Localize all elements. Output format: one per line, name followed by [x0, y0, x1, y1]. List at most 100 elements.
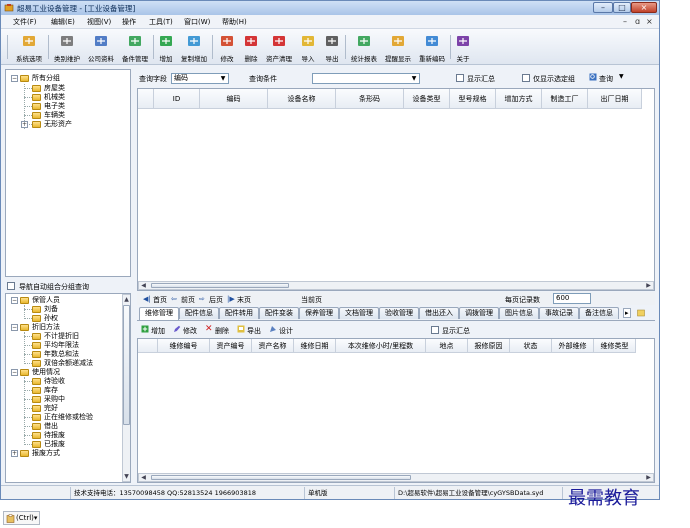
toolbar-button-edit[interactable]: 修改: [214, 31, 240, 63]
column-header[interactable]: 报修原因: [468, 339, 510, 353]
menu-edit[interactable]: 编辑(E): [51, 17, 75, 27]
toolbar-button-import[interactable]: 导入: [296, 31, 320, 63]
tab-2[interactable]: 配件转用: [219, 307, 259, 319]
tree-item[interactable]: 不计提折旧: [44, 332, 79, 341]
next-page-icon[interactable]: ⇨: [199, 295, 205, 303]
tree-item-4[interactable]: 无形资产: [44, 120, 72, 129]
tab-11[interactable]: 备注信息: [579, 307, 619, 319]
maximize-button[interactable]: □: [613, 2, 631, 13]
toolbar-button-copy-add[interactable]: 复制增加: [177, 31, 211, 63]
column-header[interactable]: 设备名称: [268, 89, 336, 109]
tab-1[interactable]: 配件信息: [179, 307, 219, 319]
scroll-left-icon[interactable]: ◀: [140, 282, 147, 289]
query-field-select[interactable]: 编码 ▼: [171, 73, 229, 84]
detail-edit-button[interactable]: 修改: [183, 326, 197, 336]
tab-3[interactable]: 配件变装: [259, 307, 299, 319]
tree-item[interactable]: 年数总和法: [44, 350, 79, 359]
column-header[interactable]: ID: [154, 89, 200, 109]
nav-auto-query-checkbox[interactable]: [7, 282, 15, 290]
scroll-up-icon[interactable]: ▲: [123, 296, 130, 303]
detail-export-button[interactable]: 导出: [247, 326, 261, 336]
tab-0[interactable]: 维修管理: [139, 307, 179, 320]
tree-group-toggle[interactable]: −: [11, 297, 18, 304]
column-header[interactable]: 出厂日期: [588, 89, 642, 109]
toolbar-button-help[interactable]: 关于: [452, 31, 474, 63]
tree-group-2[interactable]: 使用情况: [32, 368, 60, 377]
tab-9[interactable]: 图片信息: [499, 307, 539, 319]
tab-6[interactable]: 验收管理: [379, 307, 419, 319]
tab-10[interactable]: 事故记录: [539, 307, 579, 319]
tab-scroll-right-icon[interactable]: ▸: [623, 308, 631, 318]
tree-expand-toggle[interactable]: +: [21, 121, 28, 128]
scroll-thumb[interactable]: [123, 305, 130, 425]
toolbar-button-report[interactable]: 统计报表: [347, 31, 381, 63]
toolbar-button-clear[interactable]: 资产清理: [262, 31, 296, 63]
last-page-icon[interactable]: |▶: [227, 295, 235, 303]
maintenance-grid-hscroll[interactable]: ◀ ▶: [138, 473, 654, 482]
tree-item[interactable]: 待验收: [44, 377, 65, 386]
tab-4[interactable]: 保养管理: [299, 307, 339, 319]
minimize-button[interactable]: –: [593, 2, 613, 13]
tree-item[interactable]: 孙权: [44, 314, 58, 323]
tree-root[interactable]: 所有分组: [32, 74, 60, 83]
next-page-button[interactable]: 后页: [209, 295, 223, 305]
column-header[interactable]: 资产编号: [210, 339, 252, 353]
tree-item[interactable]: 采购中: [44, 395, 65, 404]
toolbar-button-delete[interactable]: 删除: [240, 31, 262, 63]
scroll-down-icon[interactable]: ▼: [123, 473, 130, 480]
tree-item[interactable]: 平均年限法: [44, 341, 79, 350]
toolbar-button-reminder[interactable]: 提醒显示: [381, 31, 415, 63]
first-page-button[interactable]: 首页: [153, 295, 167, 305]
prev-page-icon[interactable]: ⇦: [171, 295, 177, 303]
column-header[interactable]: 设备类型: [404, 89, 450, 109]
tree-group-1[interactable]: 折旧方法: [32, 323, 60, 332]
toolbar-button-parts[interactable]: 备件管理: [118, 31, 152, 63]
column-header[interactable]: 条形码: [336, 89, 404, 109]
query-button[interactable]: 查询: [599, 74, 613, 84]
scroll-thumb[interactable]: [151, 475, 411, 480]
column-header[interactable]: 维修类型: [594, 339, 636, 353]
category-tree-scrollbar[interactable]: ▲ ▼: [122, 294, 130, 482]
tree-item-1[interactable]: 机械类: [44, 93, 65, 102]
column-header[interactable]: 外部维修: [552, 339, 594, 353]
column-header[interactable]: 制造工厂: [542, 89, 588, 109]
detail-add-button[interactable]: 增加: [151, 326, 165, 336]
tab-7[interactable]: 借出还入: [419, 307, 459, 319]
tab-8[interactable]: 调拨管理: [459, 307, 499, 319]
tree-group-3[interactable]: 报废方式: [32, 449, 60, 458]
query-condition-select[interactable]: ▼: [312, 73, 420, 84]
tab-menu-icon[interactable]: [637, 309, 645, 317]
tree-item[interactable]: 双倍余额递减法: [44, 359, 93, 368]
prev-page-button[interactable]: 前页: [181, 295, 195, 305]
tree-group-toggle[interactable]: +: [11, 450, 18, 457]
tree-item[interactable]: 刘备: [44, 305, 58, 314]
paste-options-badge[interactable]: (Ctrl)▾: [3, 511, 41, 525]
equipment-grid-hscroll[interactable]: ◀ ▶: [138, 281, 654, 290]
last-page-button[interactable]: 末页: [237, 295, 251, 305]
tree-item[interactable]: 借出: [44, 422, 58, 431]
detail-delete-button[interactable]: 删除: [215, 326, 229, 336]
toolbar-button-options[interactable]: 系统选项: [11, 31, 47, 63]
scroll-right-icon[interactable]: ▶: [645, 474, 652, 481]
column-header[interactable]: 型号规格: [450, 89, 496, 109]
tree-group-toggle[interactable]: −: [11, 324, 18, 331]
column-header[interactable]: 维修编号: [158, 339, 210, 353]
tree-item-2[interactable]: 电子类: [44, 102, 65, 111]
toolbar-button-export[interactable]: 导出: [320, 31, 344, 63]
column-header[interactable]: 编码: [200, 89, 268, 109]
tree-item[interactable]: 完好: [44, 404, 58, 413]
only-selected-checkbox[interactable]: [522, 74, 530, 82]
close-button[interactable]: ×: [631, 2, 657, 13]
column-header[interactable]: 地点: [426, 339, 468, 353]
tab-5[interactable]: 文档管理: [339, 307, 379, 319]
mdi-minimize-button[interactable]: –: [623, 17, 627, 26]
detail-design-button[interactable]: 设计: [279, 326, 293, 336]
per-page-input[interactable]: 600: [553, 293, 591, 304]
tree-group-0[interactable]: 保管人员: [32, 296, 60, 305]
column-header[interactable]: 维修日期: [294, 339, 336, 353]
tree-item[interactable]: 库存: [44, 386, 58, 395]
show-summary-checkbox[interactable]: [456, 74, 464, 82]
toolbar-button-recode[interactable]: 重新编码: [415, 31, 449, 63]
menu-tools[interactable]: 工具(T): [149, 17, 173, 27]
menu-operate[interactable]: 操作: [122, 17, 136, 27]
